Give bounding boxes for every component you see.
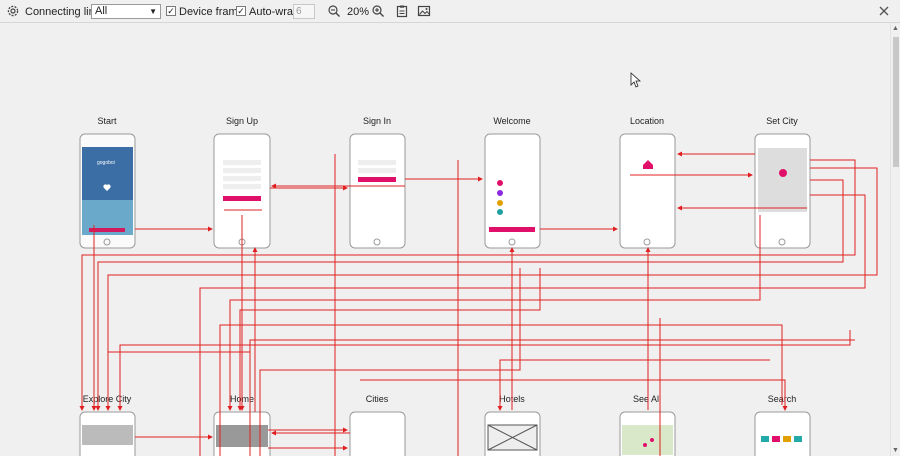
image-export-icon[interactable]	[417, 4, 431, 18]
scrollbar-thumb[interactable]	[893, 37, 899, 167]
scroll-up-icon[interactable]: ▲	[892, 25, 899, 32]
svg-text:gogoboi: gogoboi	[97, 160, 115, 166]
chevron-down-icon: ▼	[149, 7, 157, 16]
phone-welcome[interactable]	[484, 133, 541, 249]
phone-hotels[interactable]	[484, 411, 541, 456]
device-frame-checkbox[interactable]: ✓	[166, 6, 176, 16]
toolbar: Connecting lines All ▼ ✓ Device frame ✓ A…	[0, 0, 900, 23]
phone-location[interactable]	[619, 133, 676, 249]
close-icon[interactable]	[877, 4, 891, 18]
phone-sign-in[interactable]	[349, 133, 406, 249]
phone-set-city[interactable]	[754, 133, 811, 249]
device-frame-text: Device frame	[179, 5, 244, 18]
phone-search[interactable]	[754, 411, 811, 456]
phone-start[interactable]: gogoboi	[79, 133, 136, 249]
phone-home[interactable]	[213, 411, 271, 456]
wrap-count-input[interactable]: 6	[293, 4, 315, 19]
zoom-level: 20%	[347, 0, 369, 23]
storyboard-canvas[interactable]: Start Sign Up Sign In Welcome Location S…	[0, 23, 890, 456]
storyboard-diagram: gogoboi	[79, 72, 878, 456]
device-frame-label: Device frame	[179, 0, 244, 23]
clipboard-icon[interactable]	[395, 4, 409, 18]
filter-value: All	[95, 5, 108, 17]
zoom-level-text: 20%	[347, 5, 370, 18]
phone-explore-city[interactable]	[79, 411, 136, 456]
auto-wrap-checkbox[interactable]: ✓	[236, 6, 246, 16]
connection-filter-select[interactable]: All ▼	[91, 4, 161, 19]
phone-see-all[interactable]	[619, 411, 676, 456]
gear-icon[interactable]	[6, 4, 20, 18]
zoom-in-icon[interactable]	[371, 4, 385, 18]
auto-wrap-text: Auto-wrap	[249, 5, 300, 18]
zoom-out-icon[interactable]	[327, 4, 341, 18]
phone-cities[interactable]	[349, 411, 406, 456]
scroll-down-icon[interactable]: ▼	[892, 447, 899, 454]
wrap-count-value: 6	[296, 6, 302, 17]
vertical-scrollbar[interactable]: ▲ ▼	[890, 23, 900, 456]
auto-wrap-label: Auto-wrap	[249, 0, 299, 23]
mouse-cursor-icon	[630, 72, 642, 88]
